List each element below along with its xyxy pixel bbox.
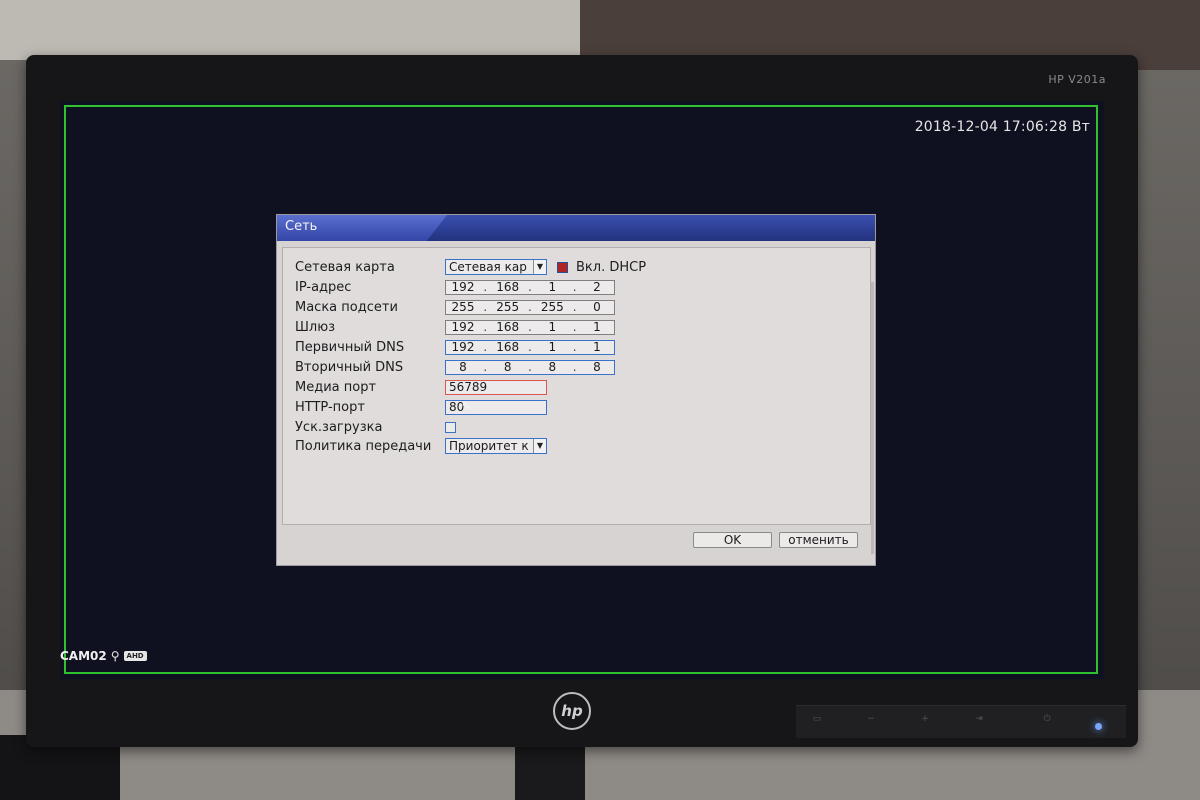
- ok-button[interactable]: OK: [693, 532, 772, 548]
- network-icon: ⚲: [110, 649, 120, 663]
- network-card-value: Сетевая кар: [449, 260, 527, 274]
- dhcp-label: Вкл. DHCP: [576, 259, 647, 275]
- dvr-screen: 2018-12-04 17:06:28 Вт CAM02 ⚲ AHD Сеть …: [60, 101, 1104, 679]
- hp-logo: hp: [553, 692, 591, 730]
- row-network-card: Сетевая карта Сетевая кар ▼ Вкл. DHCP: [295, 258, 646, 276]
- octet: 192: [451, 280, 475, 294]
- octet: 1: [548, 280, 557, 294]
- octet: 255: [540, 300, 564, 314]
- dhcp-checkbox[interactable]: [557, 261, 568, 273]
- plus-icon[interactable]: +: [920, 714, 930, 724]
- octet: 255: [496, 300, 520, 314]
- timestamp: 2018-12-04 17:06:28 Вт: [914, 119, 1090, 135]
- monitor-stand: [515, 740, 585, 800]
- label-http-port: HTTP-порт: [295, 399, 365, 415]
- octet: 192: [451, 320, 475, 334]
- subnet-mask-field[interactable]: 255. 255. 255. 0: [445, 299, 615, 315]
- media-port-input[interactable]: 56789: [445, 379, 547, 395]
- network-dialog: Сеть Сетевая карта Сетевая кар ▼ Вкл. DH…: [276, 214, 876, 566]
- primary-dns-field[interactable]: 192. 168. 1. 1: [445, 339, 615, 355]
- octet: 1: [593, 340, 601, 354]
- row-secondary-dns: Вторичный DNS 8. 8. 8. 8: [295, 358, 615, 376]
- label-primary-dns: Первичный DNS: [295, 339, 405, 355]
- monitor-bezel: HP V201a 2018-12-04 17:06:28 Вт CAM02 ⚲ …: [26, 55, 1138, 747]
- row-media-port: Медиа порт 56789: [295, 378, 547, 396]
- octet: 1: [548, 340, 557, 354]
- label-network-card: Сетевая карта: [295, 259, 395, 275]
- network-card-select[interactable]: Сетевая кар ▼: [445, 259, 547, 275]
- mouse-pointer-icon: ⬉: [461, 398, 472, 412]
- octet: 8: [503, 360, 512, 374]
- dialog-titlebar: Сеть: [277, 215, 875, 241]
- camera-badge: AHD: [123, 651, 147, 661]
- label-ip-address: IP-адрес: [295, 279, 352, 295]
- fast-boot-checkbox[interactable]: [445, 421, 456, 433]
- octet: 255: [451, 300, 475, 314]
- octet: 168: [496, 280, 520, 294]
- input-icon[interactable]: ⇥: [974, 714, 984, 724]
- label-transfer-policy: Политика передачи: [295, 438, 432, 454]
- row-gateway: Шлюз 192. 168. 1. 1: [295, 318, 615, 336]
- ip-address-field[interactable]: 192. 168. 1. 2: [445, 279, 615, 295]
- menu-icon[interactable]: ▭: [812, 714, 822, 724]
- row-fast-boot: Уск.загрузка: [295, 418, 456, 436]
- label-secondary-dns: Вторичный DNS: [295, 359, 404, 375]
- octet: 1: [548, 320, 557, 334]
- row-subnet-mask: Маска подсети 255. 255. 255. 0: [295, 298, 615, 316]
- octet: 8: [548, 360, 557, 374]
- label-subnet-mask: Маска подсети: [295, 299, 398, 315]
- row-ip-address: IP-адрес 192. 168. 1. 2: [295, 278, 615, 296]
- secondary-dns-field[interactable]: 8. 8. 8. 8: [445, 359, 615, 375]
- cancel-button[interactable]: отменить: [779, 532, 858, 548]
- camera-label: CAM02 ⚲ AHD: [60, 649, 147, 663]
- octet: 2: [593, 280, 601, 294]
- gateway-field[interactable]: 192. 168. 1. 1: [445, 319, 615, 335]
- minus-icon[interactable]: −: [866, 714, 876, 724]
- octet: 0: [593, 300, 601, 314]
- octet: 192: [451, 340, 475, 354]
- octet: 8: [459, 360, 467, 374]
- chevron-down-icon: ▼: [533, 439, 546, 453]
- transfer-policy-value: Приоритет к: [449, 439, 529, 453]
- scrollbar[interactable]: [871, 282, 874, 554]
- power-icon[interactable]: ⏻: [1042, 714, 1052, 724]
- row-primary-dns: Первичный DNS 192. 168. 1. 1: [295, 338, 615, 356]
- settings-panel: Сетевая карта Сетевая кар ▼ Вкл. DHCP IP…: [282, 247, 874, 554]
- label-gateway: Шлюз: [295, 319, 336, 335]
- transfer-policy-select[interactable]: Приоритет к ▼: [445, 438, 547, 454]
- label-fast-boot: Уск.загрузка: [295, 419, 383, 435]
- monitor-control-strip: ▭ − + ⇥ ⏻: [796, 705, 1126, 738]
- camera-name: CAM02: [60, 649, 107, 663]
- chevron-down-icon: ▼: [533, 260, 546, 274]
- octet: 168: [496, 340, 520, 354]
- dialog-title: Сеть: [285, 219, 318, 234]
- row-http-port: HTTP-порт 80: [295, 398, 547, 416]
- row-transfer-policy: Политика передачи Приоритет к ▼: [295, 437, 547, 455]
- octet: 1: [593, 320, 601, 334]
- octet: 168: [496, 320, 520, 334]
- background-wall: [0, 0, 580, 60]
- monitor-model: HP V201a: [1048, 73, 1106, 86]
- label-media-port: Медиа порт: [295, 379, 377, 395]
- power-led-icon: [1095, 723, 1102, 730]
- octet: 8: [593, 360, 601, 374]
